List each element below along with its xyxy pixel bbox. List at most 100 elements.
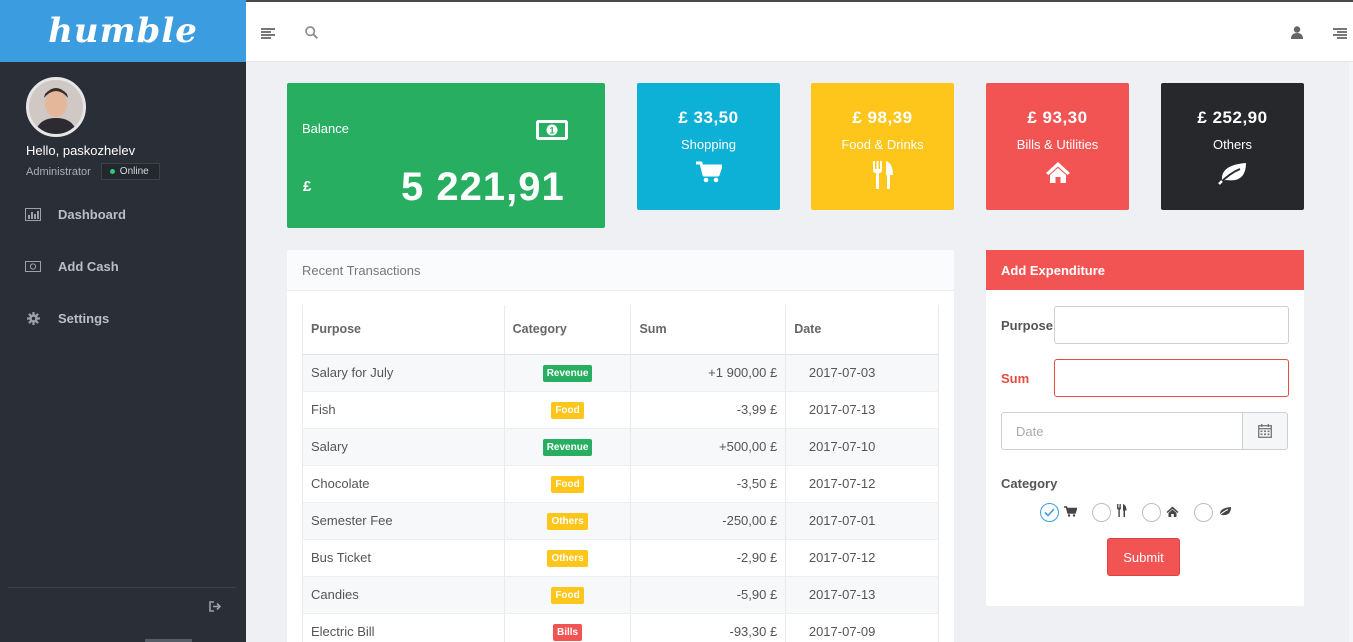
table-row[interactable]: Fish Food -3,99 £ 2017-07-13 <box>302 391 939 429</box>
category-badge: Others <box>547 512 588 530</box>
table-row[interactable]: Semester Fee Others -250,00 £ 2017-07-01 <box>302 502 939 540</box>
sidebar-item-settings[interactable]: Settings <box>0 292 246 344</box>
transactions-table: Purpose Category Sum Date Salary for Jul… <box>302 305 939 642</box>
column-header-category[interactable]: Category <box>504 305 632 355</box>
purpose-label: Purpose <box>1001 317 1054 333</box>
menu-icon[interactable] <box>261 26 275 44</box>
sidebar-item-add-cash[interactable]: Add Cash <box>0 240 246 292</box>
calendar-icon[interactable] <box>1243 412 1288 450</box>
table-row[interactable]: Salary Revenue +500,00 £ 2017-07-10 <box>302 428 939 466</box>
leaf-icon <box>1161 161 1304 185</box>
cutlery-icon <box>1116 503 1127 522</box>
date-input[interactable]: Date <box>1001 412 1243 450</box>
column-header-date[interactable]: Date <box>785 305 939 355</box>
category-badge: Revenue <box>542 364 593 382</box>
online-dot-icon <box>109 169 115 174</box>
table-row[interactable]: Candies Food -5,90 £ 2017-07-13 <box>302 576 939 614</box>
home-icon <box>1166 504 1179 522</box>
stat-card-others: £ 252,90 Others <box>1161 83 1304 210</box>
radio-unchecked[interactable] <box>1092 503 1111 522</box>
purpose-input[interactable] <box>1054 306 1289 344</box>
balance-label: Balance <box>302 121 349 136</box>
brand-logo[interactable]: humble <box>0 0 246 62</box>
leaf-icon <box>1218 504 1232 522</box>
column-header-sum[interactable]: Sum <box>630 305 787 355</box>
stat-label: Bills & Utilities <box>1016 137 1099 152</box>
table-row[interactable]: Bus Ticket Others -2,90 £ 2017-07-12 <box>302 539 939 577</box>
svg-text:1: 1 <box>549 126 554 136</box>
sidebar-item-label: Add Cash <box>58 258 119 274</box>
stat-card-shopping: £ 33,50 Shopping <box>637 83 780 210</box>
cell-purpose: Fish <box>302 391 505 429</box>
user-profile: Hello, paskozhelev Administrator Online <box>0 62 246 182</box>
cell-sum: -93,30 £ <box>630 613 787 642</box>
stat-value: £ 252,90 <box>1197 108 1268 127</box>
top-bar <box>246 0 1353 62</box>
category-option-shopping[interactable] <box>1040 503 1078 522</box>
sum-label: Sum <box>1001 370 1030 386</box>
radio-checked[interactable] <box>1040 503 1059 522</box>
search-icon[interactable] <box>305 26 319 44</box>
sidebar-item-label: Settings <box>58 310 110 326</box>
cart-icon <box>637 161 780 183</box>
stat-value: £ 93,30 <box>1027 108 1088 127</box>
money-icon: 1 <box>536 120 568 145</box>
cell-date: 2017-07-13 <box>785 576 939 614</box>
sum-row: Sum <box>1001 359 1289 397</box>
sidebar-divider <box>8 587 236 588</box>
panel-title: Recent Transactions <box>287 250 954 291</box>
category-badge: Revenue <box>542 438 593 456</box>
avatar[interactable] <box>26 77 86 137</box>
category-badge: Bills <box>552 623 583 641</box>
cell-purpose: Salary for July <box>302 354 505 392</box>
radio-unchecked[interactable] <box>1194 503 1213 522</box>
logout-icon[interactable] <box>209 599 222 617</box>
category-option-bills[interactable] <box>1142 503 1179 522</box>
sidebar-item-dashboard[interactable]: Dashboard <box>0 188 246 240</box>
user-role: Administrator <box>26 165 91 178</box>
page-scrollbar[interactable] <box>1349 62 1353 642</box>
category-radio-group <box>1040 503 1247 522</box>
category-badge: Food <box>551 475 584 493</box>
cell-date: 2017-07-10 <box>785 428 939 466</box>
cell-sum: +500,00 £ <box>630 428 787 466</box>
submit-button[interactable]: Submit <box>1107 538 1180 576</box>
cell-purpose: Candies <box>302 576 505 614</box>
cart-icon <box>1064 504 1078 522</box>
category-option-food[interactable] <box>1092 503 1127 522</box>
stat-label: Others <box>1212 137 1252 152</box>
table-row[interactable]: Chocolate Food -3,50 £ 2017-07-12 <box>302 465 939 503</box>
category-badge: Food <box>551 401 584 419</box>
category-badge: Food <box>551 586 584 604</box>
cell-purpose: Electric Bill <box>302 613 505 642</box>
sum-input[interactable] <box>1054 359 1289 397</box>
cell-date: 2017-07-13 <box>785 391 939 429</box>
stat-card-food: £ 98,39 Food & Drinks <box>811 83 954 210</box>
balance-amount: 5 221,91 <box>401 165 565 209</box>
recent-transactions-panel: Recent Transactions Purpose Category Sum… <box>287 250 954 642</box>
cell-sum: -3,99 £ <box>630 391 787 429</box>
category-option-others[interactable] <box>1194 503 1232 522</box>
cell-date: 2017-07-12 <box>785 465 939 503</box>
sidebar-nav: Dashboard Add Cash Settings <box>0 188 246 344</box>
user-icon[interactable] <box>1291 26 1303 44</box>
balance-currency: £ <box>303 178 312 195</box>
sidebar: humble Hello, paskozhelev Administrator … <box>0 0 246 642</box>
table-row[interactable]: Electric Bill Bills -93,30 £ 2017-07-09 <box>302 613 939 642</box>
category-badge: Others <box>547 549 588 567</box>
table-row[interactable]: Salary for July Revenue +1 900,00 £ 2017… <box>302 354 939 392</box>
purpose-row: Purpose <box>1001 306 1289 344</box>
table-header-row: Purpose Category Sum Date <box>302 305 939 355</box>
cutlery-icon <box>811 161 954 189</box>
cell-date: 2017-07-01 <box>785 502 939 540</box>
column-header-purpose[interactable]: Purpose <box>302 305 505 355</box>
radio-unchecked[interactable] <box>1142 503 1161 522</box>
cell-date: 2017-07-09 <box>785 613 939 642</box>
balance-card: Balance 1 £ 5 221,91 <box>287 83 605 228</box>
bar-chart-icon <box>25 207 41 221</box>
stat-value: £ 98,39 <box>852 108 913 127</box>
right-menu-icon[interactable] <box>1333 26 1347 44</box>
category-label: Category <box>1001 476 1058 491</box>
user-greeting: Hello, paskozhelev <box>26 143 136 158</box>
stat-label: Food & Drinks <box>841 137 924 152</box>
